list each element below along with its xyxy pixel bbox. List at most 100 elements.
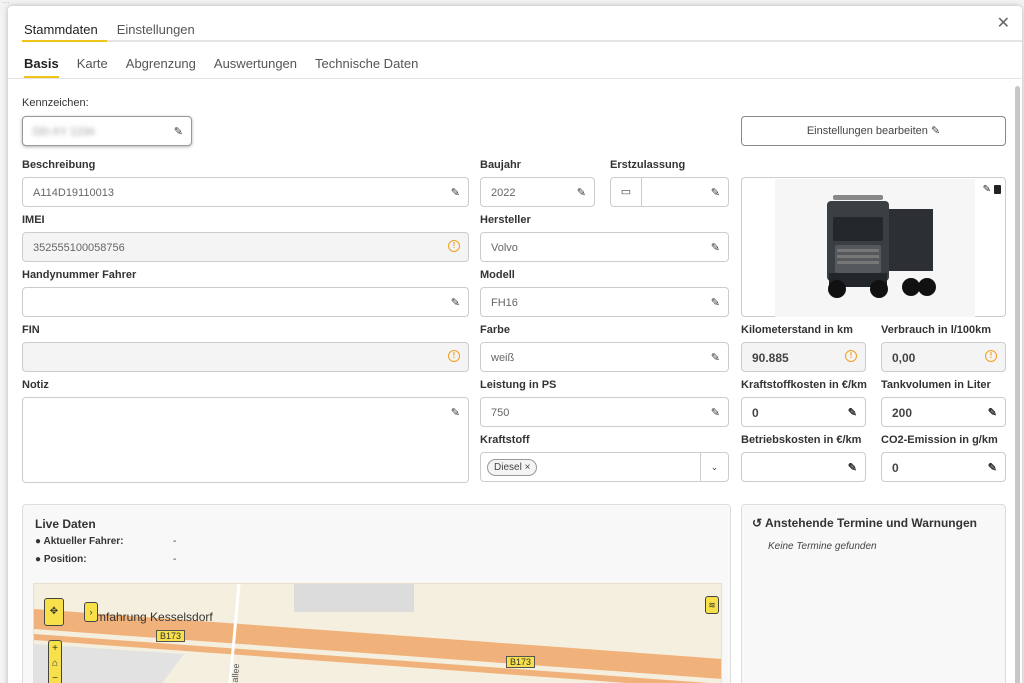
top-tabs: Stammdaten Einstellungen <box>22 6 212 42</box>
info-icon: ! <box>448 240 460 252</box>
live-daten-title: Live Daten <box>35 517 96 531</box>
farbe-value: weiß <box>491 352 515 364</box>
modell-label: Modell <box>480 269 515 281</box>
map-arrow-right-icon[interactable]: › <box>84 602 98 622</box>
tankvolumen-label: Tankvolumen in Liter <box>881 379 991 391</box>
pin-icon: ● <box>35 554 42 565</box>
baujahr-value: 2022 <box>491 187 516 199</box>
map-road-badge-1: B173 <box>156 630 186 642</box>
tab-einstellungen[interactable]: Einstellungen <box>115 6 204 42</box>
kennzeichen-label: Kennzeichen: <box>22 97 89 109</box>
imei-label: IMEI <box>22 214 45 226</box>
pencil-icon[interactable]: ✎ <box>451 296 460 309</box>
einstellungen-bearbeiten-button[interactable]: Einstellungen bearbeiten ✎ <box>741 116 1006 146</box>
pencil-icon[interactable]: ✎ <box>848 461 857 474</box>
pencil-icon[interactable]: ✎ <box>711 406 720 419</box>
verbrauch-value: 0,00 <box>892 351 916 365</box>
map-pan-control[interactable]: ✥ <box>44 598 64 626</box>
map-road-label: mfahrung Kesselsdorf <box>96 610 213 624</box>
tab-stammdaten[interactable]: Stammdaten <box>22 6 107 42</box>
termine-panel: ↺ Anstehende Termine und Warnungen Keine… <box>741 504 1006 683</box>
hersteller-label: Hersteller <box>480 214 531 226</box>
chevron-down-icon[interactable]: ⌄ <box>700 453 728 481</box>
vehicle-image-box: ✎ <box>741 177 1006 317</box>
beschreibung-value: A114D19110013 <box>33 187 114 199</box>
live-daten-panel: Live Daten ● Aktueller Fahrer: - ● Posit… <box>22 504 731 683</box>
imei-field: 352555100058756 ! <box>22 232 469 262</box>
leistung-label: Leistung in PS <box>480 379 557 391</box>
kilometerstand-value: 90.885 <box>752 351 789 365</box>
subtab-technische-daten[interactable]: Technische Daten <box>315 56 418 78</box>
pencil-icon[interactable]: ✎ <box>174 125 183 138</box>
close-icon[interactable]: ✕ <box>997 13 1010 33</box>
driver-row: ● Aktueller Fahrer: <box>35 536 124 547</box>
baujahr-label: Baujahr <box>480 159 521 171</box>
trash-icon[interactable] <box>994 185 1001 194</box>
handynummer-field[interactable]: ✎ <box>22 287 469 317</box>
pencil-icon[interactable]: ✎ <box>711 241 720 254</box>
fin-label: FIN <box>22 324 40 336</box>
hersteller-field[interactable]: Volvo ✎ <box>480 232 729 262</box>
kennzeichen-field[interactable]: DD-XY 1234 ✎ <box>22 116 192 146</box>
notiz-textarea[interactable]: ✎ <box>22 397 469 483</box>
kraftstoffkosten-field[interactable]: 0 ✎ <box>741 397 866 427</box>
baujahr-field[interactable]: 2022 ✎ <box>480 177 595 207</box>
pencil-icon[interactable]: ✎ <box>711 296 720 309</box>
pencil-icon[interactable]: ✎ <box>988 406 997 419</box>
modell-field[interactable]: FH16 ✎ <box>480 287 729 317</box>
pencil-icon[interactable]: ✎ <box>577 186 586 199</box>
layers-icon[interactable]: ≋ <box>705 596 719 614</box>
history-icon: ↺ <box>752 516 763 530</box>
live-map[interactable]: mfahrung Kesselsdorf B173 B173 allee ✥ ›… <box>33 583 722 683</box>
imei-value: 352555100058756 <box>33 242 125 254</box>
pencil-icon[interactable]: ✎ <box>451 406 460 419</box>
leistung-value: 750 <box>491 407 510 419</box>
kilometerstand-label: Kilometerstand in km <box>741 324 853 336</box>
beschreibung-field[interactable]: A114D19110013 ✎ <box>22 177 469 207</box>
pencil-icon[interactable]: ✎ <box>848 406 857 419</box>
pencil-icon[interactable]: ✎ <box>711 351 720 364</box>
pencil-icon[interactable]: ✎ <box>988 461 997 474</box>
farbe-field[interactable]: weiß ✎ <box>480 342 729 372</box>
termine-empty: Keine Termine gefunden <box>768 541 877 552</box>
kraftstoffkosten-label: Kraftstoffkosten in €/km <box>741 379 867 391</box>
kennzeichen-value: DD-XY 1234 <box>33 126 95 138</box>
subtab-basis[interactable]: Basis <box>24 56 59 78</box>
position-label: Position: <box>43 554 87 565</box>
kraftstoffkosten-value: 0 <box>752 406 759 420</box>
kraftstoff-chip[interactable]: Diesel × <box>487 459 538 476</box>
handynummer-label: Handynummer Fahrer <box>22 269 137 281</box>
pencil-icon[interactable]: ✎ <box>983 184 991 195</box>
leistung-field[interactable]: 750 ✎ <box>480 397 729 427</box>
fin-field: ! <box>22 342 469 372</box>
kraftstoff-select[interactable]: Diesel × ⌄ <box>480 452 729 482</box>
verbrauch-label: Verbrauch in l/100km <box>881 324 992 336</box>
pencil-icon[interactable]: ✎ <box>451 186 460 199</box>
termine-title: Anstehende Termine und Warnungen <box>764 516 977 530</box>
co2-field[interactable]: 0 ✎ <box>881 452 1006 482</box>
notiz-label: Notiz <box>22 379 49 391</box>
map-zoom-control[interactable]: + ⌂ − <box>48 640 62 683</box>
pencil-icon[interactable]: ✎ <box>711 186 720 199</box>
tankvolumen-field[interactable]: 200 ✎ <box>881 397 1006 427</box>
driver-value: - <box>173 536 177 547</box>
hersteller-value: Volvo <box>491 242 518 254</box>
truck-image <box>775 179 975 317</box>
farbe-label: Farbe <box>480 324 510 336</box>
betriebskosten-field[interactable]: ✎ <box>741 452 866 482</box>
map-road-badge-2: B173 <box>506 656 536 668</box>
sub-tabs-rule <box>8 78 1022 79</box>
subtab-karte[interactable]: Karte <box>77 56 108 78</box>
calendar-icon[interactable]: ▭ <box>611 178 642 206</box>
user-icon: ● <box>35 536 42 547</box>
vehicle-dialog: Stammdaten Einstellungen ✕ Basis Karte A… <box>8 6 1022 683</box>
beschreibung-label: Beschreibung <box>22 159 96 171</box>
background-text: ... <box>2 0 10 5</box>
erstzulassung-label: Erstzulassung <box>610 159 686 171</box>
subtab-abgrenzung[interactable]: Abgrenzung <box>126 56 196 78</box>
subtab-auswertungen[interactable]: Auswertungen <box>214 56 297 78</box>
erstzulassung-field[interactable]: ▭ ✎ <box>610 177 729 207</box>
scrollbar[interactable] <box>1015 86 1020 683</box>
map-roads <box>34 584 721 683</box>
position-value: - <box>173 554 177 565</box>
